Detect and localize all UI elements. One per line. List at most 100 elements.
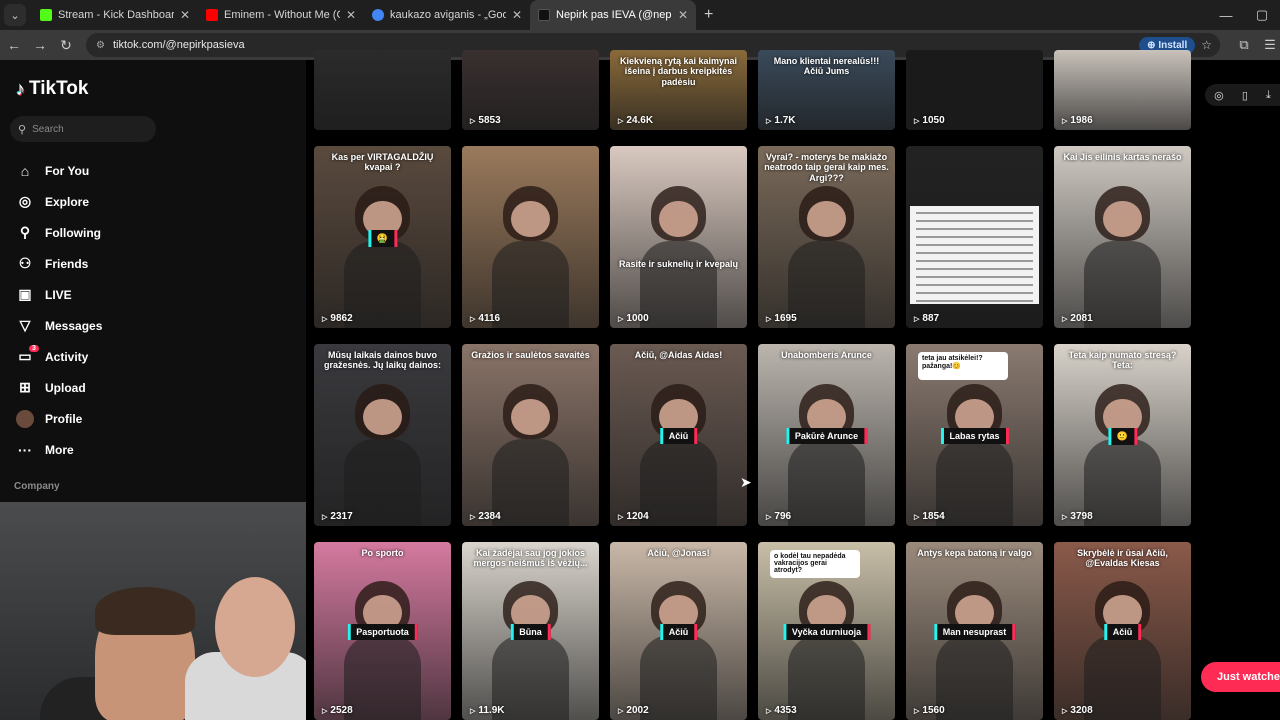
video-card[interactable]: Rasite ir suknelių ir kvepalų ▷ 1000 (610, 146, 747, 328)
back-icon[interactable]: ← (2, 37, 26, 53)
video-caption: Unabomberis Arunce (781, 350, 872, 360)
search-input[interactable]: ⚲ Search (10, 116, 156, 142)
company-link[interactable]: Company (14, 481, 60, 492)
video-card[interactable]: Kas per VIRTAGALDŽIŲ kvapai ? 🤮 ▷ 9862 (314, 146, 451, 328)
sidebar-item-activity[interactable]: ▭ 3 Activity (16, 341, 102, 372)
view-count: ▷ 2384 (470, 511, 501, 522)
mouse-cursor-icon: ➤ (740, 474, 752, 490)
browser-tab-youtube[interactable]: Eminem - Without Me (Official ✕ (198, 0, 364, 30)
video-card[interactable]: Unabomberis Arunce Pakūrė Arunce ▷ 796 (758, 344, 895, 526)
bookmark-star-icon[interactable]: ☆ (1201, 38, 1212, 52)
video-card[interactable]: Kiekvieną rytą kai kaimynai išeina į dar… (610, 50, 747, 130)
window-controls: — ▢ (1208, 0, 1280, 30)
browser-tab-google[interactable]: kaukazo aviganis - „Google“ pa ✕ (364, 0, 530, 30)
video-card[interactable]: o kodėl tau nepadėda vakracijos gerai at… (758, 542, 895, 720)
minimize-icon[interactable]: — (1208, 8, 1244, 23)
view-count: ▷ 1.7K (766, 115, 796, 126)
close-tab-icon[interactable]: ✕ (346, 8, 356, 22)
play-icon: ▷ (766, 708, 772, 715)
video-card[interactable]: Ačiū, @Aidas Aidas! Ačiū ▷ 1204 (610, 344, 747, 526)
tab-search-icon[interactable]: ⌄ (4, 4, 26, 26)
close-tab-icon[interactable]: ✕ (678, 8, 688, 22)
browser-tab-tiktok[interactable]: Nepirk pas IEVA (@nepirkpasie ✕ (530, 0, 696, 30)
browser-tab-kick[interactable]: Stream - Kick Dashboard ✕ (32, 0, 198, 30)
view-count: ▷ 3208 (1062, 705, 1093, 716)
video-card[interactable]: teta jau atsikėlei!? pažanga!😊 Labas ryta… (906, 344, 1043, 526)
play-icon: ▷ (618, 708, 624, 715)
video-card[interactable] (314, 50, 451, 130)
site-info-icon[interactable]: ⚙ (96, 40, 105, 51)
video-sticker-label: Ačiū (659, 623, 698, 640)
sidebar-item-profile[interactable]: Profile (16, 403, 102, 434)
video-card[interactable]: Mūsų laikais dainos buvo gražesnės. Jų l… (314, 344, 451, 526)
sidebar-item-live[interactable]: ▣ LIVE (16, 279, 102, 310)
person-body (936, 438, 1013, 526)
video-card[interactable]: Kai Jis eilinis kartas nerašo ▷ 2081 (1054, 146, 1191, 328)
play-icon: ▷ (470, 514, 476, 521)
browser-menu-icon[interactable]: ☰ (1260, 37, 1280, 53)
just-watched-button[interactable]: Just watched (1201, 662, 1280, 692)
person-face (659, 200, 698, 237)
tiktok-logo[interactable]: ♪ TikTok (16, 78, 88, 100)
video-caption: Kiekvieną rytą kai kaimynai išeina į dar… (619, 56, 738, 87)
close-tab-icon[interactable]: ✕ (180, 8, 190, 22)
install-label: Install (1158, 39, 1188, 51)
video-sticker-label: Labas rytas (940, 427, 1009, 444)
video-card[interactable]: ▷ 887 (906, 146, 1043, 328)
sidebar-item-upload[interactable]: ⊞ Upload (16, 372, 102, 403)
sidebar-item-for-you[interactable]: ⌂ For You (16, 155, 102, 186)
compass-tool-icon[interactable]: ◎ (1214, 89, 1224, 102)
sidebar-item-friends[interactable]: ⚇ Friends (16, 248, 102, 279)
play-icon: ▷ (766, 514, 772, 521)
play-icon: ▷ (914, 708, 920, 715)
play-icon: ▷ (1062, 708, 1068, 715)
play-icon: ▷ (914, 514, 920, 521)
video-card[interactable]: ▷ 5853 (462, 50, 599, 130)
person-body (492, 240, 569, 328)
play-icon: ▷ (618, 118, 624, 125)
forward-icon[interactable]: → (28, 37, 52, 53)
video-caption: Gražios ir saulėtos savaitės (471, 350, 590, 360)
maximize-icon[interactable]: ▢ (1244, 7, 1280, 23)
video-caption: Mūsų laikais dainos buvo gražesnės. Jų l… (323, 350, 442, 371)
video-card[interactable]: Gražios ir saulėtos savaitės ▷ 2384 (462, 344, 599, 526)
person-body (344, 634, 421, 720)
play-icon: ▷ (470, 708, 476, 715)
download-icon[interactable]: ⤓ (1266, 89, 1271, 102)
sidebar-item-label: LIVE (45, 287, 72, 302)
sidebar-item-more[interactable]: ··· More (16, 434, 102, 465)
view-count-value: 2317 (330, 511, 353, 522)
video-sticker-label: Būna (510, 623, 551, 640)
tab-title: kaukazo aviganis - „Google“ pa (390, 9, 506, 21)
video-card[interactable]: Vyrai? - moterys be makiažo neatrodo tai… (758, 146, 895, 328)
sidebar-item-messages[interactable]: ▽ Messages (16, 310, 103, 341)
play-icon: ▷ (322, 708, 328, 715)
new-tab-button[interactable]: + (704, 6, 713, 24)
video-card[interactable]: ▷ 4116 (462, 146, 599, 328)
sidebar-item-explore[interactable]: ◎ Explore (16, 186, 102, 217)
view-count: ▷ 1000 (618, 313, 649, 324)
person-body (492, 438, 569, 526)
comment-reply-sticker: o kodėl tau nepadėda vakracijos gerai at… (770, 550, 860, 578)
extensions-icon[interactable]: ⧉ (1228, 37, 1260, 53)
video-card[interactable]: Antys kepa batoną ir valgo Man nesuprast ▷… (906, 542, 1043, 720)
video-card[interactable]: Teta kaip numato stresą? Teta: 🙂 ▷ 3798 (1054, 344, 1191, 526)
following-icon: ⚲ (19, 224, 31, 240)
browser-tab-bar: ⌄ Stream - Kick Dashboard ✕ Eminem - Wit… (0, 0, 1280, 30)
video-card[interactable]: Po sporto Pasportuota ▷ 2528 (314, 542, 451, 720)
view-count: ▷ 5853 (470, 115, 501, 126)
play-icon: ▷ (322, 316, 328, 323)
reload-icon[interactable]: ↻ (54, 37, 78, 54)
device-icon[interactable]: ▯ (1242, 89, 1248, 102)
video-card[interactable]: ▷ 1986 (1054, 50, 1191, 130)
video-card[interactable]: Ačiū, @Jonas! Ačiū ▷ 2002 (610, 542, 747, 720)
sidebar-item-label: Following (45, 225, 101, 240)
video-card[interactable]: Skrybėlė ir ūsai Ačiū, @Evaldas Kiesas Ač… (1054, 542, 1191, 720)
video-card[interactable]: Mano klientai nerealūs!!! Ačiū Jums ▷ 1.7K (758, 50, 895, 130)
video-sticker-label: Pasportuota (347, 623, 418, 640)
close-tab-icon[interactable]: ✕ (512, 8, 522, 22)
video-card[interactable]: ▷ 1050 (906, 50, 1043, 130)
video-card[interactable]: Kai žadėjai sau jog jokios mergos neišmu… (462, 542, 599, 720)
friends-icon: ⚇ (18, 255, 32, 271)
sidebar-item-following[interactable]: ⚲ Following (16, 217, 102, 248)
